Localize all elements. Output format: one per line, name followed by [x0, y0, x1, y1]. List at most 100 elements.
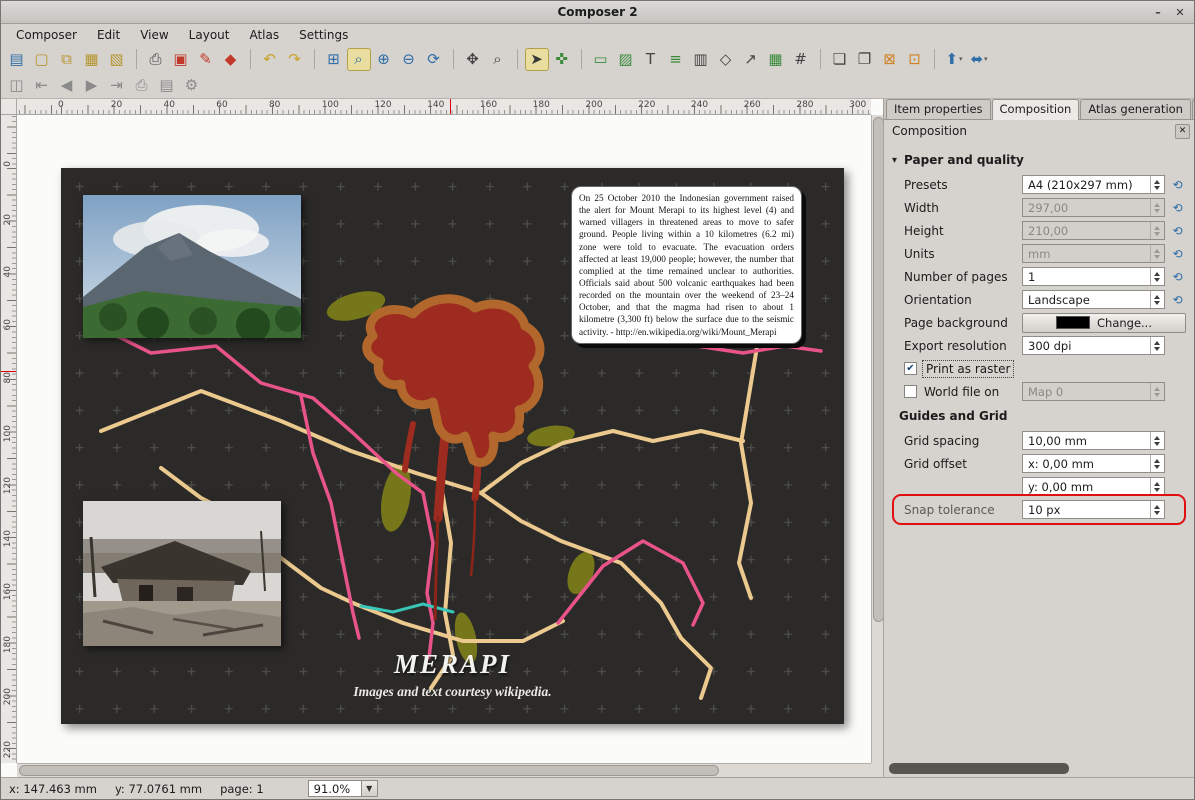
add-new-map-icon[interactable]: ▭: [589, 48, 613, 71]
pan-tool-icon[interactable]: ✥: [461, 48, 485, 71]
add-scalebar-icon[interactable]: ▥: [689, 48, 713, 71]
atlas-export-icon[interactable]: ▤: [155, 74, 179, 97]
world-file-checkbox[interactable]: [904, 385, 917, 398]
tab-item-properties[interactable]: Item properties: [886, 99, 991, 119]
menu-edit[interactable]: Edit: [88, 26, 129, 44]
spinner-arrows-icon[interactable]: [1150, 383, 1163, 400]
panel-horizontal-scrollbar[interactable]: [887, 763, 1178, 774]
poster-title-item[interactable]: MERAPI: [61, 649, 844, 680]
orientation-combo[interactable]: Landscape: [1022, 290, 1165, 309]
menu-view[interactable]: View: [131, 26, 177, 44]
move-item-content-icon[interactable]: ✜: [550, 48, 574, 71]
menu-composer[interactable]: Composer: [7, 26, 86, 44]
select-move-item-icon[interactable]: ➤: [525, 48, 549, 71]
spinner-arrows-icon[interactable]: [1150, 199, 1163, 216]
grid-offset-y-spinbox[interactable]: y: 0,00 mm: [1022, 477, 1165, 496]
spinner-arrows-icon[interactable]: [1150, 268, 1163, 285]
print-as-raster-checkbox[interactable]: ✔: [904, 362, 917, 375]
spinner-arrows-icon[interactable]: [1150, 176, 1163, 193]
refresh-view-icon[interactable]: ⟳: [422, 48, 446, 71]
composition-canvas[interactable]: On 25 October 2010 the Indonesian govern…: [17, 115, 871, 763]
atlas-last-feature-icon[interactable]: ⇥: [105, 74, 129, 97]
number-of-pages-spinbox[interactable]: 1: [1022, 267, 1165, 286]
minimize-button[interactable]: –: [1150, 4, 1166, 20]
close-button[interactable]: ✕: [1172, 4, 1188, 20]
width-spinbox[interactable]: 297,00: [1022, 198, 1165, 217]
horizontal-ruler[interactable]: 0204060801001201401601802002202402602803…: [17, 99, 871, 115]
spinner-arrows-icon[interactable]: [1150, 337, 1163, 354]
page-background-change-button[interactable]: Change...: [1022, 313, 1186, 333]
zoom-combo[interactable]: 91.0% ▼: [308, 780, 378, 797]
menu-settings[interactable]: Settings: [290, 26, 357, 44]
menu-atlas[interactable]: Atlas: [240, 26, 288, 44]
spinner-arrows-icon[interactable]: [1150, 501, 1163, 518]
new-composition-icon[interactable]: ▢: [30, 48, 54, 71]
poster-subtitle-item[interactable]: Images and text courtesy wikipedia.: [61, 684, 844, 700]
export-image-icon[interactable]: ▣: [169, 48, 193, 71]
atlas-print-icon[interactable]: ⎙: [130, 74, 154, 97]
override-icon[interactable]: ⟲: [1169, 224, 1186, 238]
presets-combo[interactable]: A4 (210x297 mm): [1022, 175, 1165, 194]
unlock-items-icon[interactable]: ⊡: [903, 48, 927, 71]
add-shape-icon[interactable]: ◇: [714, 48, 738, 71]
raise-items-dropdown[interactable]: ⬆▾: [942, 48, 966, 71]
vertical-ruler[interactable]: 020406080100120140160180200220: [1, 115, 17, 763]
world-file-map-combo[interactable]: Map 0: [1022, 382, 1165, 401]
override-icon[interactable]: ⟲: [1169, 270, 1186, 284]
export-svg-icon[interactable]: ✎: [194, 48, 218, 71]
atlas-previous-feature-icon[interactable]: ◀: [55, 74, 79, 97]
destroyed-house-photo-item[interactable]: [83, 501, 281, 646]
panel-close-icon[interactable]: ✕: [1175, 124, 1190, 139]
snap-tolerance-spinbox[interactable]: 10 px: [1022, 500, 1165, 519]
zoom-tool-icon[interactable]: ⌕: [486, 48, 510, 71]
atlas-settings-icon[interactable]: ⚙: [180, 74, 204, 97]
zoom-in-icon[interactable]: ⊕: [372, 48, 396, 71]
zoom-dropdown-icon[interactable]: ▼: [362, 780, 378, 797]
info-text-item[interactable]: On 25 October 2010 the Indonesian govern…: [571, 186, 802, 344]
spinner-arrows-icon[interactable]: [1150, 291, 1163, 308]
tab-composition[interactable]: Composition: [992, 99, 1080, 120]
duplicate-composition-icon[interactable]: ⧉: [55, 48, 79, 71]
override-icon[interactable]: ⟲: [1169, 201, 1186, 215]
spinner-arrows-icon[interactable]: [1150, 245, 1163, 262]
spinner-arrows-icon[interactable]: [1150, 455, 1163, 472]
save-project-icon[interactable]: ▤: [5, 48, 29, 71]
export-pdf-icon[interactable]: ◆: [219, 48, 243, 71]
composition-page[interactable]: On 25 October 2010 the Indonesian govern…: [61, 168, 844, 724]
zoom-actual-icon[interactable]: ⌕: [347, 48, 371, 71]
spinner-arrows-icon[interactable]: [1150, 432, 1163, 449]
units-combo[interactable]: mm: [1022, 244, 1165, 263]
ungroup-items-icon[interactable]: ❐: [853, 48, 877, 71]
titlebar[interactable]: Composer 2 – ✕: [1, 1, 1194, 24]
zoom-out-icon[interactable]: ⊖: [397, 48, 421, 71]
override-icon[interactable]: ⟲: [1169, 178, 1186, 192]
redo-icon[interactable]: ↷: [283, 48, 307, 71]
override-icon[interactable]: ⟲: [1169, 293, 1186, 307]
zoom-full-icon[interactable]: ⊞: [322, 48, 346, 71]
add-legend-icon[interactable]: ≡: [664, 48, 688, 71]
add-table-icon[interactable]: ▦: [764, 48, 788, 71]
atlas-first-feature-icon[interactable]: ⇤: [30, 74, 54, 97]
grid-offset-x-spinbox[interactable]: x: 0,00 mm: [1022, 454, 1165, 473]
menu-layout[interactable]: Layout: [180, 26, 239, 44]
print-icon[interactable]: ⎙: [144, 48, 168, 71]
scrollbar-thumb[interactable]: [889, 763, 1069, 774]
paper-quality-section-header[interactable]: ▾ Paper and quality: [892, 153, 1186, 167]
align-items-dropdown[interactable]: ⬌▾: [967, 48, 991, 71]
add-image-icon[interactable]: ▨: [614, 48, 638, 71]
volcano-photo-item[interactable]: [83, 195, 301, 338]
group-items-icon[interactable]: ❏: [828, 48, 852, 71]
override-icon[interactable]: ⟲: [1169, 247, 1186, 261]
add-html-icon[interactable]: #: [789, 48, 813, 71]
lock-items-icon[interactable]: ⊠: [878, 48, 902, 71]
export-resolution-spinbox[interactable]: 300 dpi: [1022, 336, 1165, 355]
guides-grid-section-header[interactable]: Guides and Grid: [892, 409, 1186, 423]
add-label-icon[interactable]: T: [639, 48, 663, 71]
tab-atlas-generation[interactable]: Atlas generation: [1080, 99, 1191, 119]
canvas-horizontal-scrollbar[interactable]: [17, 763, 871, 777]
atlas-preview-icon[interactable]: ◫: [5, 74, 29, 97]
add-arrow-icon[interactable]: ↗: [739, 48, 763, 71]
load-from-template-icon[interactable]: ▧: [105, 48, 129, 71]
atlas-next-feature-icon[interactable]: ▶: [80, 74, 104, 97]
scrollbar-thumb[interactable]: [19, 765, 719, 776]
